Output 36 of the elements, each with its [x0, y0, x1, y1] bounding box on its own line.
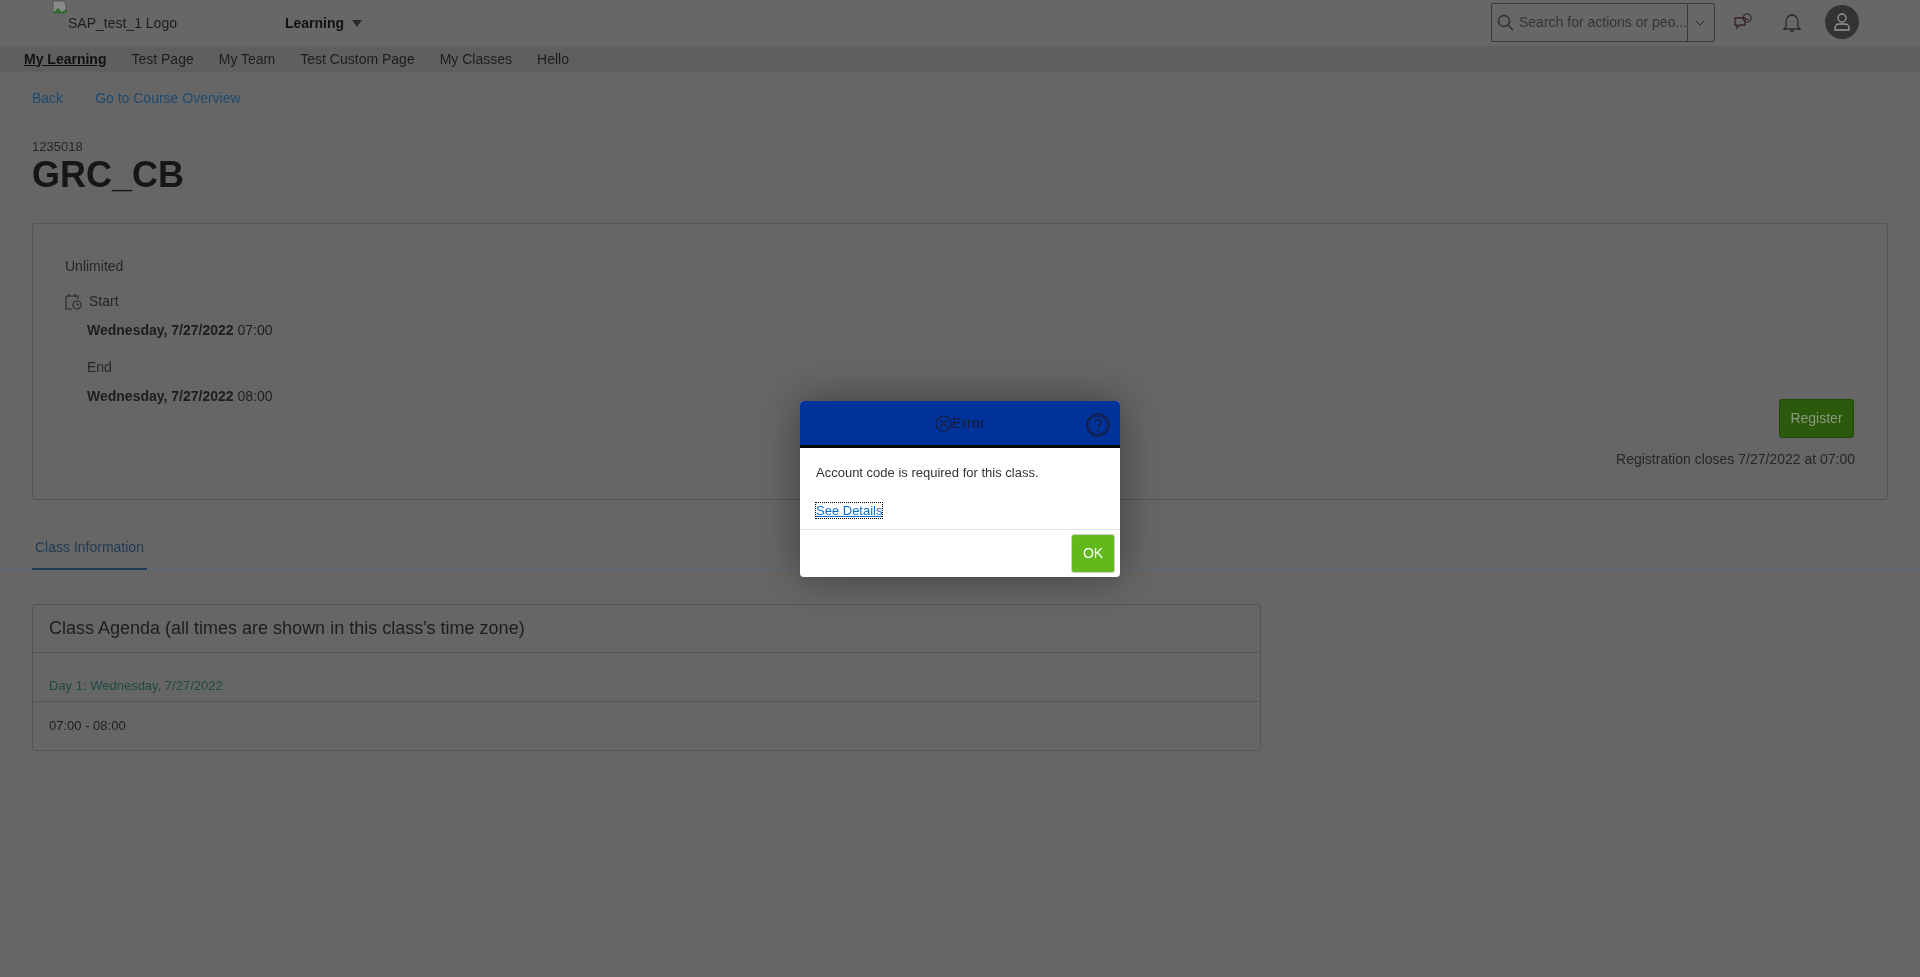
nav-tab[interactable]: My Classes: [439, 48, 513, 70]
nav-tab[interactable]: Test Page: [131, 48, 194, 70]
dialog-title: Error: [951, 412, 986, 433]
calendar-clock-icon: [65, 293, 83, 310]
dialog-message: Account code is required for this class.: [815, 464, 1040, 482]
start-date: Wednesday, 7/27/2022 07:00: [87, 321, 274, 340]
end-label: End: [87, 358, 113, 377]
nav-tab[interactable]: Test Custom Page: [300, 48, 415, 70]
nav-link[interactable]: Go to Course Overview: [95, 88, 241, 109]
registration-note: Registration closes 7/27/2022 at 07:00: [1616, 450, 1855, 469]
broken-image-icon: [52, 0, 68, 14]
chevron-down-icon[interactable]: [1694, 19, 1705, 26]
search-icon: [1497, 13, 1515, 32]
day-heading: Day 1: Wednesday, 7/27/2022: [33, 653, 1260, 702]
course-code: 1235018: [32, 139, 84, 155]
start-label: Start: [89, 292, 119, 311]
logo-alt-text: SAP_test_1 Logo: [68, 14, 177, 33]
availability-text: Unlimited: [65, 257, 125, 276]
caret-icon: [352, 20, 363, 27]
tab[interactable]: Class Information: [32, 526, 147, 570]
notification-bell-icon[interactable]: [1782, 12, 1802, 34]
course-title: GRC_CB: [32, 155, 185, 195]
session-time: 07:00 - 08:00: [48, 717, 127, 736]
nav-tab[interactable]: Hello: [537, 48, 569, 70]
ok-button[interactable]: OK: [1071, 534, 1115, 573]
help-icon[interactable]: [1086, 413, 1110, 437]
see-details-link[interactable]: See Details: [816, 502, 883, 518]
agenda-title: Class Agenda (all times are shown in this class's time zone): [33, 605, 1260, 653]
nav-tab[interactable]: My Learning: [24, 48, 107, 70]
user-avatar-icon[interactable]: [1825, 5, 1859, 39]
end-date: Wednesday, 7/27/2022 08:00: [87, 387, 274, 406]
nav-link[interactable]: Back: [32, 88, 64, 109]
register-button[interactable]: Register: [1779, 399, 1854, 438]
error-icon: [934, 414, 952, 432]
app-menu[interactable]: Learning: [285, 13, 363, 34]
nav-tab[interactable]: My Team: [218, 48, 276, 70]
